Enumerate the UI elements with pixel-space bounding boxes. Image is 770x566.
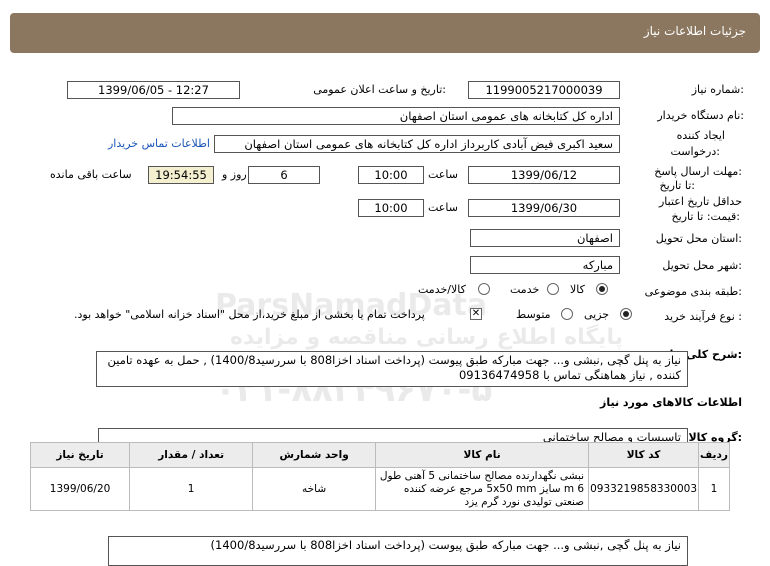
validity-label-2: قیمت: تا تاریخ:	[671, 210, 740, 223]
deadline-date-field: 1399/06/12	[468, 166, 620, 184]
process-minor-label: جزیی	[584, 308, 610, 321]
goods-section-title: اطلاعات کالاهای مورد نیاز	[600, 396, 742, 409]
category-goods-radio[interactable]	[596, 283, 608, 295]
category-both-label: کالا/خدمت	[418, 283, 466, 296]
process-label: نوع فرآیند خرید :	[664, 310, 742, 323]
deadline-time-field: 10:00	[358, 166, 424, 184]
contact-buyer-link[interactable]: اطلاعات تماس خریدار	[108, 137, 210, 150]
deadline-label-2: تا تاریخ:	[659, 179, 695, 192]
validity-date-field: 1399/06/30	[468, 199, 620, 217]
province-field: اصفهان	[470, 229, 620, 247]
row-number: 1	[698, 467, 730, 511]
row-qty: 1	[129, 467, 254, 511]
buyer-field: اداره کل کتابخانه های عمومی استان اصفهان	[172, 107, 620, 125]
treasury-payment-checkbox[interactable]: ✕	[470, 308, 482, 320]
city-field: مبارکه	[470, 256, 620, 274]
province-label: استان محل تحویل:	[655, 232, 742, 245]
deadline-time-label: ساعت	[428, 168, 458, 181]
remaining-label: ساعت باقی مانده	[50, 168, 132, 181]
category-label: طبقه بندی موضوعی:	[644, 285, 742, 298]
need-number-label: شماره نیاز:	[691, 83, 744, 96]
announce-field: 1399/06/05 - 12:27	[67, 81, 240, 99]
col-code: کد کالا	[588, 442, 699, 468]
category-goods-label: کالا	[570, 283, 585, 296]
goods-table: ردیف کد کالا نام کالا واحد شمارش تعداد /…	[29, 442, 730, 511]
process-medium-radio[interactable]	[561, 308, 573, 320]
process-minor-radio[interactable]	[620, 308, 632, 320]
row-unit: شاخه	[252, 467, 377, 511]
process-medium-label: متوسط	[516, 308, 551, 321]
category-service-radio[interactable]	[547, 283, 559, 295]
validity-time-field: 10:00	[358, 199, 424, 217]
col-qty: تعداد / مقدار	[129, 442, 254, 468]
validity-label: حداقل تاریخ اعتبار	[658, 195, 742, 208]
category-both-radio[interactable]	[478, 283, 490, 295]
need-number-field: 1199005217000039	[468, 81, 620, 99]
category-service-label: خدمت	[510, 283, 540, 296]
creator-label: ایجاد کننده	[676, 129, 725, 142]
page-header: جزئیات اطلاعات نیاز	[10, 13, 760, 53]
description-field: نیاز به پنل گچی ,نبشی و... جهت مبارکه طب…	[96, 351, 688, 387]
watermark-text: پایگاه اطلاع رسانی مناقصه و مزایده	[230, 325, 623, 350]
buyer-label: نام دستگاه خریدار:	[657, 109, 744, 122]
days-field: 6	[248, 166, 320, 184]
deadline-label: مهلت ارسال پاسخ:	[654, 165, 742, 178]
row-code: 0933219858330003	[588, 467, 699, 511]
days-label: روز و	[222, 168, 247, 181]
creator-field: سعید اکبری فیض آبادی کاربرداز اداره کل ک…	[214, 135, 620, 153]
countdown-timer: 19:54:55	[148, 166, 214, 184]
creator-label-2: درخواست:	[670, 145, 721, 158]
validity-time-label: ساعت	[428, 201, 458, 214]
col-row: ردیف	[698, 442, 730, 468]
table-row: 1 0933219858330003 نبشی نگهدارنده مصالح …	[29, 467, 730, 511]
row-date: 1399/06/20	[29, 467, 131, 511]
row-name: نبشی نگهدارنده مصالح ساختمانی 5 آهنی طول…	[375, 467, 590, 511]
treasury-payment-note: پرداخت تمام یا بخشی از مبلغ خرید،از محل …	[74, 308, 425, 321]
col-date: تاریخ نیاز	[29, 442, 131, 468]
page-title: جزئیات اطلاعات نیاز	[643, 24, 746, 38]
col-name: نام کالا	[375, 442, 590, 468]
bottom-description-preview: نیاز به پنل گچی ,نبشی و... جهت مبارکه طب…	[108, 536, 688, 566]
announce-label: تاریخ و ساعت اعلان عمومی:	[313, 83, 446, 96]
col-unit: واحد شمارش	[252, 442, 377, 468]
city-label: شهر محل تحویل:	[662, 259, 742, 272]
